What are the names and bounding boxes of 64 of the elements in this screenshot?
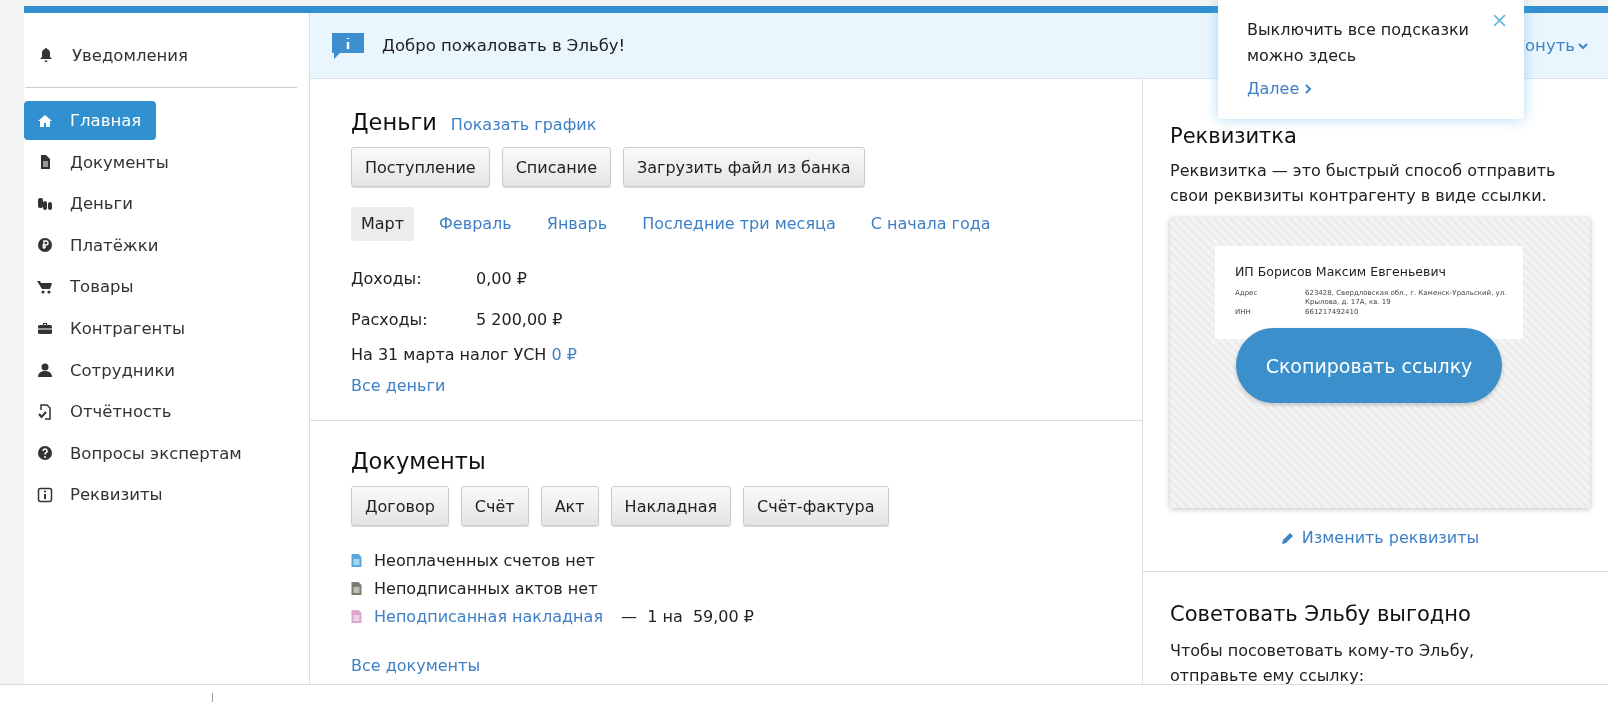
next-link[interactable]: Далее xyxy=(1247,79,1314,98)
sidebar-item[interactable]: Контрагенты xyxy=(24,308,201,348)
document-button[interactable]: Счёт xyxy=(460,486,529,526)
person-icon xyxy=(37,362,53,379)
company-name: ИП Борисов Максим Евгеньевич xyxy=(1235,264,1447,279)
sidebar-item[interactable]: Платёжки xyxy=(24,225,174,265)
referral-text: Чтобы посоветовать кому-то Эльбу, отправьте ему ссылку: xyxy=(1170,640,1476,687)
sidebar-item[interactable]: Отчётность xyxy=(24,392,187,432)
period-tab[interactable]: С начала года xyxy=(860,207,1001,241)
chevron-down-icon xyxy=(1578,40,1588,51)
welcome-text: Добро пожаловать в Эльбу! xyxy=(382,36,626,55)
briefcase-icon xyxy=(37,320,53,337)
show-chart-link[interactable]: Показать график xyxy=(450,115,597,134)
info-icon xyxy=(37,486,53,503)
sidebar-item[interactable]: Вопросы экспертам xyxy=(24,433,257,473)
notifications-link[interactable]: Уведомления xyxy=(72,45,188,65)
period-tab[interactable]: Январь xyxy=(536,207,618,241)
all-money-link[interactable]: Все деньги xyxy=(351,376,446,395)
coins-icon xyxy=(37,195,53,212)
period-tab[interactable]: Последние три месяца xyxy=(632,207,846,241)
close-icon[interactable] xyxy=(1493,14,1506,27)
document-button[interactable]: Акт xyxy=(540,486,599,526)
period-tab[interactable]: Март xyxy=(351,207,415,241)
pencil-icon xyxy=(1280,530,1295,545)
sidebar-item[interactable]: Сотрудники xyxy=(24,350,191,390)
collapse-link[interactable]: онуть xyxy=(1525,36,1588,55)
cart-icon xyxy=(37,278,53,295)
sidebar-item[interactable]: Товары xyxy=(24,267,149,307)
sidebar-item[interactable]: Реквизиты xyxy=(24,475,178,515)
document-status: Неоплаченных счетов нет xyxy=(374,551,595,570)
action-button[interactable]: Списание xyxy=(501,147,611,187)
action-button[interactable]: Поступление xyxy=(351,147,490,187)
document-button[interactable]: Счёт-фактура xyxy=(743,486,889,526)
amount-value: 0,00 ₽ xyxy=(476,269,527,288)
document-link[interactable]: Неподписанная накладная xyxy=(374,607,603,626)
document-button[interactable]: Накладная xyxy=(610,486,732,526)
edit-requisites-link[interactable]: Изменить реквизиты xyxy=(1280,528,1480,547)
info-bubble-icon xyxy=(330,30,366,61)
tax-text: На 31 марта налог УСН 0 ₽ xyxy=(351,345,578,364)
section-title: Советовать Эльбу выгодно xyxy=(1170,602,1472,626)
action-button[interactable]: Загрузить файл из банка xyxy=(623,147,865,187)
period-tab[interactable]: Февраль xyxy=(429,207,522,241)
copy-link-button[interactable]: Скопировать ссылку xyxy=(1236,328,1502,403)
report-check-icon xyxy=(37,403,53,420)
section-title: Реквизитка xyxy=(1170,124,1298,148)
all-documents-link[interactable]: Все документы xyxy=(351,656,480,675)
section-title: Документы xyxy=(351,448,487,474)
tooltip-text: Выключить все подсказки можно здесь xyxy=(1247,19,1470,67)
question-icon xyxy=(37,445,53,462)
ruble-icon xyxy=(37,237,53,254)
document-detail: — 1 на 59,00 ₽ xyxy=(621,607,754,626)
card-description: Реквизитка — это быстрый способ отправить свои реквизиты контрагенту в виде ссылки. xyxy=(1170,160,1557,207)
amount-label: Доходы: xyxy=(351,269,423,288)
sidebar-item[interactable]: Деньги xyxy=(24,184,148,224)
section-title: Деньги xyxy=(351,109,437,135)
tax-amount-link[interactable]: 0 ₽ xyxy=(551,345,577,364)
bell-icon xyxy=(38,47,54,63)
home-icon xyxy=(37,112,53,129)
amount-label: Расходы: xyxy=(351,310,429,329)
amount-value: 5 200,00 ₽ xyxy=(476,310,563,329)
sidebar-item[interactable]: Документы xyxy=(24,142,184,182)
document-button[interactable]: Договор xyxy=(351,486,449,526)
document-status: Неподписанных актов нет xyxy=(374,579,598,598)
chevron-right-icon xyxy=(1303,83,1314,94)
